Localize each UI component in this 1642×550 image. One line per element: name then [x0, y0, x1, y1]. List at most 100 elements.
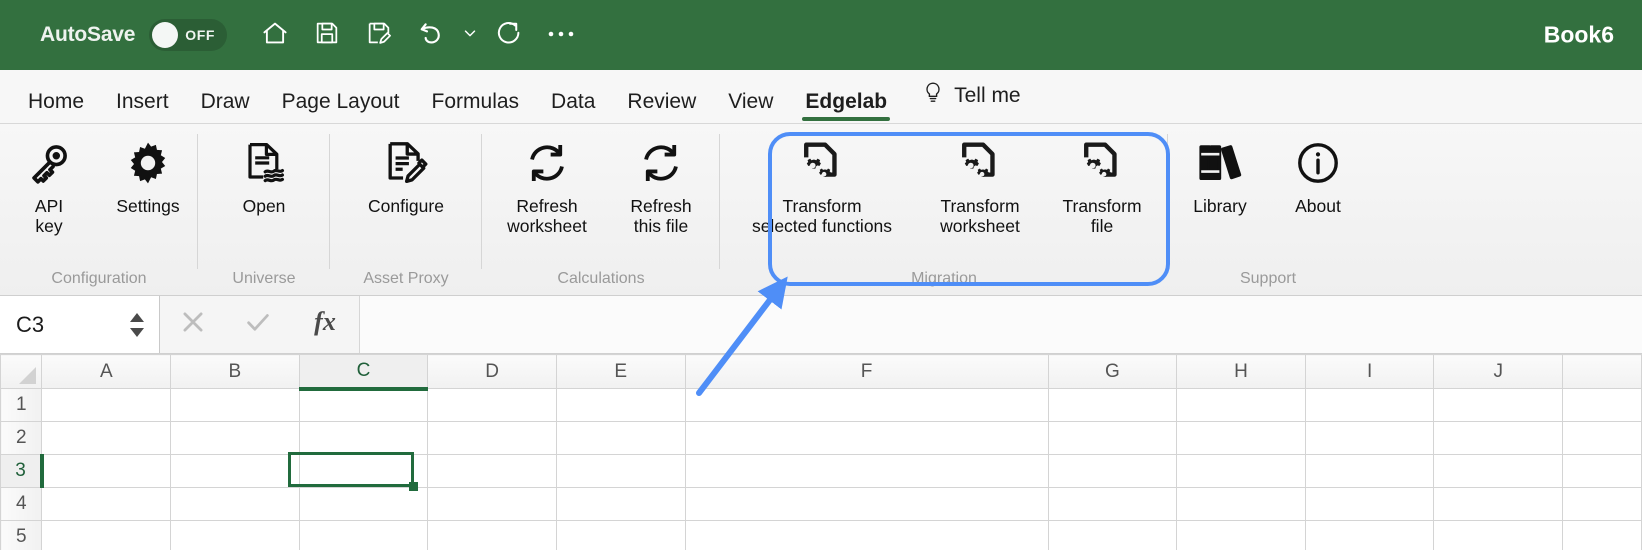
settings-button[interactable]: Settings — [98, 130, 198, 216]
cell-b1[interactable] — [170, 388, 300, 422]
cell-i1[interactable] — [1304, 388, 1435, 422]
column-header-c[interactable]: C — [298, 354, 429, 391]
name-box-spinner[interactable] — [129, 312, 145, 338]
column-header-j[interactable]: J — [1433, 354, 1564, 389]
tab-data[interactable]: Data — [535, 91, 611, 123]
transform-worksheet-button[interactable]: Transform worksheet — [917, 130, 1043, 237]
cell-d5[interactable] — [427, 520, 557, 550]
tab-formulas[interactable]: Formulas — [416, 91, 536, 123]
cell-k4[interactable] — [1562, 487, 1642, 521]
api-key-button[interactable]: API key — [0, 130, 98, 237]
cell-a3[interactable] — [41, 454, 172, 488]
library-button[interactable]: Library — [1170, 130, 1270, 216]
cell-f1[interactable] — [684, 388, 1049, 422]
cell-i5[interactable] — [1304, 520, 1435, 550]
cell-a4[interactable] — [41, 487, 172, 521]
transform-file-button[interactable]: Transform file — [1043, 130, 1161, 237]
select-all-corner[interactable] — [0, 354, 43, 389]
cell-f4[interactable] — [684, 487, 1049, 521]
cell-g4[interactable] — [1047, 487, 1178, 521]
tab-home[interactable]: Home — [12, 91, 100, 123]
name-box[interactable]: C3 — [0, 296, 160, 353]
cell-e2[interactable] — [555, 421, 686, 455]
cell-k1[interactable] — [1562, 388, 1642, 422]
transform-selected-functions-button[interactable]: Transform selected functions — [727, 130, 917, 237]
cell-e4[interactable] — [555, 487, 686, 521]
cell-j3[interactable] — [1433, 454, 1564, 488]
cell-a5[interactable] — [41, 520, 172, 550]
cell-g3[interactable] — [1047, 454, 1178, 488]
row-header-2[interactable]: 2 — [0, 421, 43, 455]
cell-j4[interactable] — [1433, 487, 1564, 521]
configure-button[interactable]: Configure — [336, 130, 476, 216]
refresh-worksheet-button[interactable]: Refresh worksheet — [487, 130, 607, 237]
column-header-d[interactable]: D — [427, 354, 557, 389]
cell-j2[interactable] — [1433, 421, 1564, 455]
row-header-1[interactable]: 1 — [0, 388, 43, 422]
cell-i4[interactable] — [1304, 487, 1435, 521]
undo-dropdown-button[interactable] — [457, 12, 483, 58]
cell-k2[interactable] — [1562, 421, 1642, 455]
save-button[interactable] — [301, 12, 353, 58]
redo-button[interactable] — [483, 12, 535, 58]
cell-e5[interactable] — [555, 520, 686, 550]
cell-g2[interactable] — [1047, 421, 1178, 455]
cell-j5[interactable] — [1433, 520, 1564, 550]
cell-d4[interactable] — [427, 487, 557, 521]
tab-review[interactable]: Review — [611, 91, 712, 123]
cell-j1[interactable] — [1433, 388, 1564, 422]
tell-me-button[interactable]: Tell me — [903, 80, 1031, 123]
cell-b3[interactable] — [170, 454, 300, 488]
row-header-5[interactable]: 5 — [0, 520, 43, 550]
open-button[interactable]: Open — [204, 130, 324, 216]
cancel-formula-button[interactable] — [178, 307, 208, 342]
formula-input[interactable] — [360, 296, 1642, 353]
cell-g1[interactable] — [1047, 388, 1178, 422]
cell-d1[interactable] — [427, 388, 557, 422]
cell-a1[interactable] — [41, 388, 172, 422]
cell-c1[interactable] — [298, 388, 429, 422]
tab-edgelab[interactable]: Edgelab — [789, 91, 903, 123]
column-header-g[interactable]: G — [1047, 354, 1178, 389]
about-button[interactable]: About — [1270, 130, 1366, 216]
cell-g5[interactable] — [1047, 520, 1178, 550]
column-header-h[interactable]: H — [1176, 354, 1306, 389]
save-as-button[interactable] — [353, 12, 405, 58]
cell-f2[interactable] — [684, 421, 1049, 455]
cell-e1[interactable] — [555, 388, 686, 422]
tab-view[interactable]: View — [712, 91, 789, 123]
column-header-f[interactable]: F — [684, 354, 1049, 389]
tab-draw[interactable]: Draw — [185, 91, 266, 123]
cell-e3[interactable] — [555, 454, 686, 488]
cell-h3[interactable] — [1176, 454, 1306, 488]
cell-h5[interactable] — [1176, 520, 1306, 550]
cell-b5[interactable] — [170, 520, 300, 550]
cell-b4[interactable] — [170, 487, 300, 521]
column-header-b[interactable]: B — [170, 354, 300, 389]
cell-i2[interactable] — [1304, 421, 1435, 455]
cell-c5[interactable] — [298, 520, 429, 550]
cell-k5[interactable] — [1562, 520, 1642, 550]
tab-page-layout[interactable]: Page Layout — [266, 91, 416, 123]
cell-h2[interactable] — [1176, 421, 1306, 455]
cell-f5[interactable] — [684, 520, 1049, 550]
cell-c2[interactable] — [298, 421, 429, 455]
row-header-3[interactable]: 3 — [0, 454, 45, 488]
cell-k3[interactable] — [1562, 454, 1642, 488]
cell-d3[interactable] — [427, 454, 557, 488]
cell-b2[interactable] — [170, 421, 300, 455]
cell-h1[interactable] — [1176, 388, 1306, 422]
confirm-formula-button[interactable] — [243, 307, 273, 342]
tab-insert[interactable]: Insert — [100, 91, 185, 123]
insert-function-button[interactable]: fx — [308, 306, 342, 343]
column-header-a[interactable]: A — [41, 354, 172, 389]
cell-i3[interactable] — [1304, 454, 1435, 488]
cell-f3[interactable] — [684, 454, 1049, 488]
home-button[interactable] — [249, 12, 301, 58]
undo-button[interactable] — [405, 12, 457, 58]
column-header-e[interactable]: E — [555, 354, 686, 389]
column-header-partial[interactable] — [1562, 354, 1642, 389]
autosave-toggle[interactable]: OFF — [149, 19, 228, 51]
row-header-4[interactable]: 4 — [0, 487, 43, 521]
column-header-i[interactable]: I — [1304, 354, 1435, 389]
